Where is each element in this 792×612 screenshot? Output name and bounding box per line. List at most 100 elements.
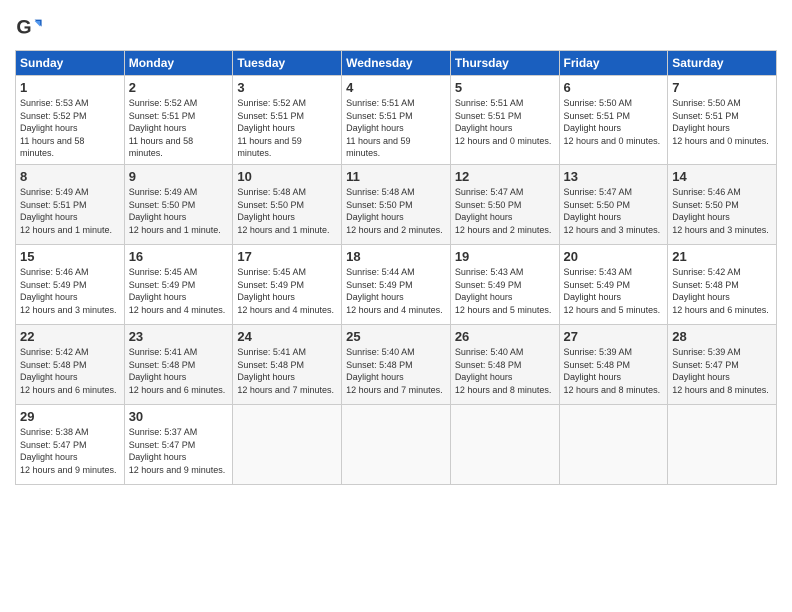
col-header-saturday: Saturday	[668, 51, 777, 76]
calendar-cell: 29Sunrise: 5:38 AMSunset: 5:47 PMDayligh…	[16, 404, 125, 484]
calendar-cell: 13 Sunrise: 5:47 AMSunset: 5:50 PMDayligh…	[559, 164, 668, 244]
day-number: 18	[346, 249, 446, 264]
day-info: Sunrise: 5:51 AMSunset: 5:51 PMDaylight …	[455, 98, 552, 146]
day-info: Sunrise: 5:50 AMSunset: 5:51 PMDaylight …	[564, 98, 661, 146]
col-header-monday: Monday	[124, 51, 233, 76]
calendar-cell: 9Sunrise: 5:49 AMSunset: 5:50 PMDaylight…	[124, 164, 233, 244]
day-number: 20	[564, 249, 664, 264]
day-number: 16	[129, 249, 229, 264]
calendar-cell	[668, 404, 777, 484]
day-info: Sunrise: 5:48 AMSunset: 5:50 PMDaylight …	[346, 187, 443, 235]
calendar-cell: 5 Sunrise: 5:51 AMSunset: 5:51 PMDaylight…	[450, 76, 559, 165]
calendar-cell: 10 Sunrise: 5:48 AMSunset: 5:50 PMDayligh…	[233, 164, 342, 244]
day-info: Sunrise: 5:49 AMSunset: 5:51 PMDaylight …	[20, 187, 112, 235]
day-info: Sunrise: 5:41 AMSunset: 5:48 PMDaylight …	[237, 347, 334, 395]
day-number: 15	[20, 249, 120, 264]
day-number: 23	[129, 329, 229, 344]
day-number: 9	[129, 169, 229, 184]
logo-icon: G	[15, 14, 43, 42]
calendar-cell: 28Sunrise: 5:39 AMSunset: 5:47 PMDayligh…	[668, 324, 777, 404]
day-info: Sunrise: 5:46 AMSunset: 5:50 PMDaylight …	[672, 187, 769, 235]
day-number: 17	[237, 249, 337, 264]
calendar-cell: 18 Sunrise: 5:44 AMSunset: 5:49 PMDayligh…	[342, 244, 451, 324]
day-info: Sunrise: 5:43 AMSunset: 5:49 PMDaylight …	[564, 267, 661, 315]
col-header-tuesday: Tuesday	[233, 51, 342, 76]
calendar-cell: 12Sunrise: 5:47 AMSunset: 5:50 PMDayligh…	[450, 164, 559, 244]
calendar-cell: 14 Sunrise: 5:46 AMSunset: 5:50 PMDayligh…	[668, 164, 777, 244]
day-number: 7	[672, 80, 772, 95]
day-number: 22	[20, 329, 120, 344]
day-number: 21	[672, 249, 772, 264]
calendar-cell: 6 Sunrise: 5:50 AMSunset: 5:51 PMDaylight…	[559, 76, 668, 165]
day-info: Sunrise: 5:40 AMSunset: 5:48 PMDaylight …	[455, 347, 552, 395]
calendar-cell: 4 Sunrise: 5:51 AMSunset: 5:51 PMDaylight…	[342, 76, 451, 165]
day-info: Sunrise: 5:51 AMSunset: 5:51 PMDaylight …	[346, 98, 415, 158]
day-number: 30	[129, 409, 229, 424]
calendar-table: SundayMondayTuesdayWednesdayThursdayFrid…	[15, 50, 777, 485]
calendar-cell: 17 Sunrise: 5:45 AMSunset: 5:49 PMDayligh…	[233, 244, 342, 324]
day-info: Sunrise: 5:50 AMSunset: 5:51 PMDaylight …	[672, 98, 769, 146]
day-number: 12	[455, 169, 555, 184]
logo: G	[15, 14, 45, 42]
calendar-cell: 21 Sunrise: 5:42 AMSunset: 5:48 PMDayligh…	[668, 244, 777, 324]
day-info: Sunrise: 5:42 AMSunset: 5:48 PMDaylight …	[20, 347, 117, 395]
day-number: 5	[455, 80, 555, 95]
calendar-cell: 1 Sunrise: 5:53 AMSunset: 5:52 PMDaylight…	[16, 76, 125, 165]
day-number: 14	[672, 169, 772, 184]
day-number: 26	[455, 329, 555, 344]
calendar-cell: 22 Sunrise: 5:42 AMSunset: 5:48 PMDayligh…	[16, 324, 125, 404]
day-number: 1	[20, 80, 120, 95]
col-header-sunday: Sunday	[16, 51, 125, 76]
day-number: 4	[346, 80, 446, 95]
day-info: Sunrise: 5:43 AMSunset: 5:49 PMDaylight …	[455, 267, 552, 315]
calendar-cell: 16 Sunrise: 5:45 AMSunset: 5:49 PMDayligh…	[124, 244, 233, 324]
header: G	[15, 10, 777, 42]
calendar-cell	[559, 404, 668, 484]
col-header-friday: Friday	[559, 51, 668, 76]
day-number: 2	[129, 80, 229, 95]
day-info: Sunrise: 5:46 AMSunset: 5:49 PMDaylight …	[20, 267, 117, 315]
day-info: Sunrise: 5:47 AMSunset: 5:50 PMDaylight …	[564, 187, 661, 235]
calendar-cell: 3 Sunrise: 5:52 AMSunset: 5:51 PMDaylight…	[233, 76, 342, 165]
page-container: G SundayMondayTuesdayWednesdayThursdayFr…	[0, 0, 792, 495]
day-info: Sunrise: 5:48 AMSunset: 5:50 PMDaylight …	[237, 187, 329, 235]
col-header-wednesday: Wednesday	[342, 51, 451, 76]
day-info: Sunrise: 5:45 AMSunset: 5:49 PMDaylight …	[237, 267, 334, 315]
day-info: Sunrise: 5:37 AMSunset: 5:47 PMDaylight …	[129, 427, 226, 475]
calendar-cell: 26 Sunrise: 5:40 AMSunset: 5:48 PMDayligh…	[450, 324, 559, 404]
calendar-cell	[450, 404, 559, 484]
calendar-cell: 19 Sunrise: 5:43 AMSunset: 5:49 PMDayligh…	[450, 244, 559, 324]
day-info: Sunrise: 5:39 AMSunset: 5:48 PMDaylight …	[564, 347, 661, 395]
day-number: 3	[237, 80, 337, 95]
day-number: 13	[564, 169, 664, 184]
calendar-cell: 27 Sunrise: 5:39 AMSunset: 5:48 PMDayligh…	[559, 324, 668, 404]
calendar-cell: 20 Sunrise: 5:43 AMSunset: 5:49 PMDayligh…	[559, 244, 668, 324]
svg-text:G: G	[16, 17, 31, 39]
day-number: 27	[564, 329, 664, 344]
day-info: Sunrise: 5:39 AMSunset: 5:47 PMDaylight …	[672, 347, 769, 395]
calendar-cell: 7 Sunrise: 5:50 AMSunset: 5:51 PMDaylight…	[668, 76, 777, 165]
day-number: 8	[20, 169, 120, 184]
day-info: Sunrise: 5:45 AMSunset: 5:49 PMDaylight …	[129, 267, 226, 315]
day-info: Sunrise: 5:52 AMSunset: 5:51 PMDaylight …	[129, 98, 198, 158]
day-number: 25	[346, 329, 446, 344]
calendar-cell: 11Sunrise: 5:48 AMSunset: 5:50 PMDayligh…	[342, 164, 451, 244]
day-info: Sunrise: 5:41 AMSunset: 5:48 PMDaylight …	[129, 347, 226, 395]
day-number: 6	[564, 80, 664, 95]
day-info: Sunrise: 5:52 AMSunset: 5:51 PMDaylight …	[237, 98, 306, 158]
calendar-cell: 25Sunrise: 5:40 AMSunset: 5:48 PMDayligh…	[342, 324, 451, 404]
calendar-cell: 15 Sunrise: 5:46 AMSunset: 5:49 PMDayligh…	[16, 244, 125, 324]
day-number: 24	[237, 329, 337, 344]
calendar-cell	[233, 404, 342, 484]
calendar-cell: 2 Sunrise: 5:52 AMSunset: 5:51 PMDaylight…	[124, 76, 233, 165]
day-number: 19	[455, 249, 555, 264]
col-header-thursday: Thursday	[450, 51, 559, 76]
day-info: Sunrise: 5:44 AMSunset: 5:49 PMDaylight …	[346, 267, 443, 315]
calendar-cell	[342, 404, 451, 484]
day-number: 10	[237, 169, 337, 184]
day-number: 29	[20, 409, 120, 424]
calendar-cell: 23 Sunrise: 5:41 AMSunset: 5:48 PMDayligh…	[124, 324, 233, 404]
day-info: Sunrise: 5:42 AMSunset: 5:48 PMDaylight …	[672, 267, 769, 315]
day-info: Sunrise: 5:53 AMSunset: 5:52 PMDaylight …	[20, 98, 89, 158]
calendar-cell: 8 Sunrise: 5:49 AMSunset: 5:51 PMDaylight…	[16, 164, 125, 244]
